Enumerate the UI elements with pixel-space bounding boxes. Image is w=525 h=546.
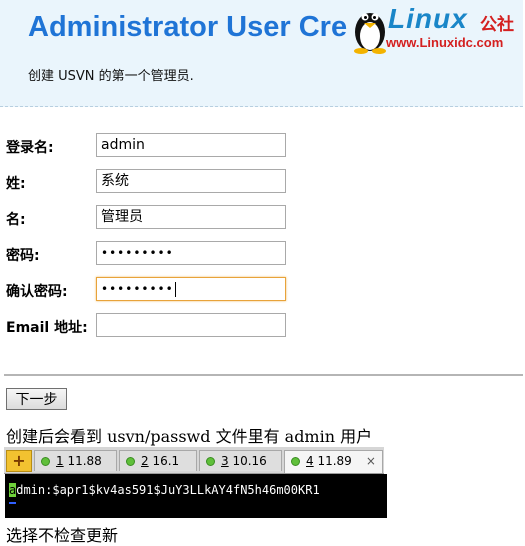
- logo-cn: 公社: [480, 15, 514, 35]
- tab-label: 11.88: [63, 454, 102, 468]
- linuxidc-watermark-logo: Linux 公社 www.Linuxidc.com: [348, 0, 525, 58]
- tab-label: 11.89: [313, 454, 352, 468]
- logo-word: Linux: [388, 3, 468, 34]
- login-input[interactable]: admin: [96, 133, 286, 157]
- tab-1[interactable]: 1 11.88: [34, 450, 117, 471]
- login-label: 登录名:: [6, 140, 54, 156]
- divider: [4, 374, 523, 376]
- surname-label: 姓:: [6, 176, 26, 192]
- tab-number: 4: [306, 454, 314, 468]
- terminal-text: dmin:$apr1$kv4as591$JuY3LLkAY4fN5h46m00K…: [16, 483, 320, 497]
- update-note: 选择不检查更新: [6, 526, 119, 545]
- tab-number: 2: [141, 454, 149, 468]
- tab-4[interactable]: 4 11.89 ×: [284, 450, 383, 473]
- page-subtitle: 创建 USVN 的第一个管理员.: [28, 69, 194, 84]
- tab-2[interactable]: 2 16.1: [119, 450, 197, 471]
- terminal-tab-bar: + 1 11.88 2 16.1 3 10.16 4 11.89 ×: [4, 447, 384, 474]
- confirm-password-label: 确认密码:: [6, 284, 68, 300]
- status-dot-icon: [126, 457, 135, 466]
- surname-input[interactable]: 系统: [96, 169, 286, 193]
- tab-number: 3: [221, 454, 229, 468]
- terminal-output-line: admin:$apr1$kv4as591$JuY3LLkAY4fN5h46m00…: [9, 483, 320, 497]
- terminal-prompt-marker: [9, 502, 16, 504]
- status-dot-icon: [206, 457, 215, 466]
- tab-number: 1: [56, 454, 64, 468]
- next-step-button[interactable]: 下一步: [6, 388, 67, 410]
- logo-url: www.Linuxidc.com: [386, 35, 504, 50]
- status-dot-icon: [291, 457, 300, 466]
- confirm-password-input[interactable]: •••••••••: [96, 277, 286, 301]
- confirm-password-value: •••••••••: [101, 282, 174, 296]
- tab-label: 10.16: [228, 454, 267, 468]
- email-label: Email 地址:: [6, 320, 88, 336]
- terminal-window[interactable]: admin:$apr1$kv4as591$JuY3LLkAY4fN5h46m00…: [5, 474, 387, 518]
- given-name-input[interactable]: 管理员: [96, 205, 286, 229]
- new-tab-icon[interactable]: +: [6, 450, 32, 472]
- password-label: 密码:: [6, 248, 40, 264]
- text-caret: [174, 282, 176, 297]
- close-icon[interactable]: ×: [366, 454, 376, 468]
- email-input[interactable]: [96, 313, 286, 337]
- tab-label: 16.1: [148, 454, 180, 468]
- given-name-label: 名:: [6, 212, 26, 228]
- status-dot-icon: [41, 457, 50, 466]
- page-title: Administrator User Cre: [28, 11, 348, 43]
- password-input[interactable]: •••••••••: [96, 241, 286, 265]
- tab-3[interactable]: 3 10.16: [199, 450, 282, 471]
- passwd-note: 创建后会看到 usvn/passwd 文件里有 admin 用户: [6, 427, 373, 446]
